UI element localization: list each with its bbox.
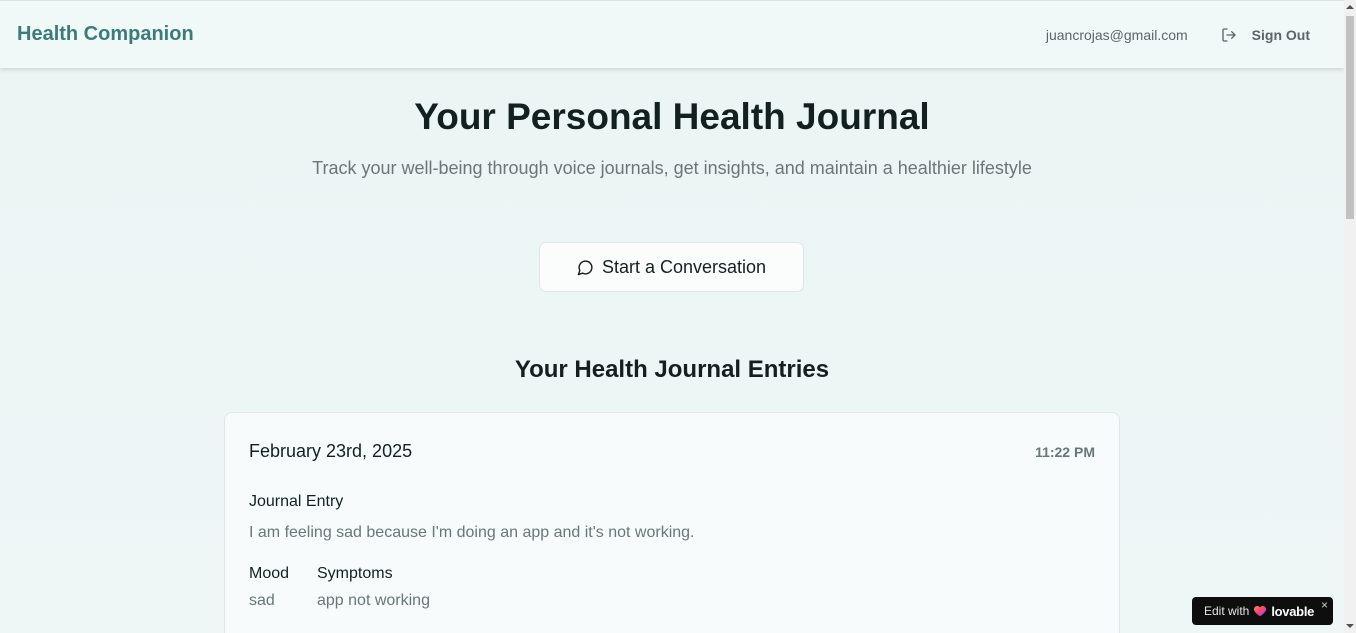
symptoms-field: Symptoms app not working [317, 565, 430, 610]
symptoms-value: app not working [317, 592, 430, 609]
scrollbar-thumb[interactable] [1346, 16, 1354, 219]
hero-subtitle: Track your well-being through voice jour… [312, 158, 1032, 178]
edit-with-lovable-badge[interactable]: Edit with lovable × [1192, 597, 1333, 625]
entry-time: 11:22 PM [1035, 444, 1095, 460]
user-email: juancrojas@gmail.com [1045, 26, 1188, 43]
sign-out-label: Sign Out [1251, 26, 1310, 43]
badge-brand: lovable [1271, 603, 1315, 619]
mood-field: Mood sad [249, 565, 289, 610]
symptoms-label: Symptoms [317, 565, 393, 582]
entries-section-title: Your Health Journal Entries [514, 356, 830, 383]
badge-close-icon[interactable]: × [1321, 598, 1328, 612]
page: Health Companion juancrojas@gmail.com Si… [0, 0, 1344, 633]
mood-value: sad [249, 592, 275, 609]
start-conversation-button[interactable]: Start a Conversation [539, 242, 804, 292]
top-navbar: Health Companion juancrojas@gmail.com Si… [0, 0, 1344, 68]
vertical-scrollbar[interactable] [1344, 0, 1356, 633]
entry-date: February 23rd, 2025 [249, 441, 413, 461]
journal-entry-card[interactable]: February 23rd, 2025 11:22 PM Journal Ent… [224, 412, 1120, 633]
log-out-icon [1222, 27, 1236, 42]
scroll-down-arrow-icon[interactable] [1346, 624, 1354, 628]
sign-out-button[interactable]: Sign Out [1221, 27, 1327, 43]
badge-edit-label: Edit with [1204, 604, 1250, 618]
entry-text: I am feeling sad because I'm doing an ap… [249, 524, 695, 541]
hero-title: Your Personal Health Journal [414, 96, 930, 137]
header-actions: juancrojas@gmail.com Sign Out [1046, 27, 1327, 43]
heart-icon [1254, 605, 1267, 617]
mood-label: Mood [249, 565, 290, 582]
start-conversation-label: Start a Conversation [601, 256, 767, 277]
entry-label: Journal Entry [249, 493, 344, 510]
scroll-up-arrow-icon[interactable] [1346, 5, 1354, 9]
message-circle-icon [577, 259, 593, 275]
brand-logo-text[interactable]: Health Companion [17, 23, 194, 46]
